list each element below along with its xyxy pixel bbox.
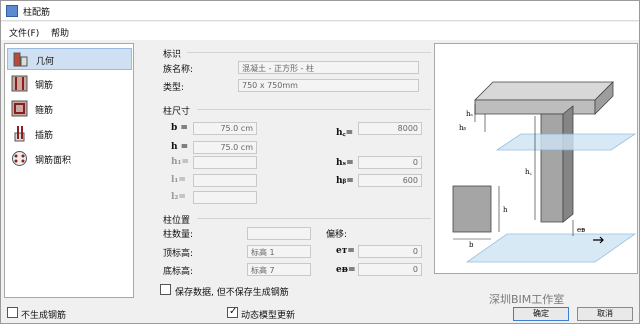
nav-label: 箍筋: [35, 106, 54, 116]
base-level-label: 底标高:: [163, 267, 194, 277]
eT-field[interactable]: 0: [358, 245, 422, 258]
nav-panel: 几何 钢筋 箍筋 插筋 钢筋面积: [4, 43, 134, 298]
position-group-title: 柱位置: [163, 216, 191, 226]
nav-item-dowel[interactable]: 插筋: [7, 123, 132, 145]
nav-label: 几何: [36, 57, 55, 67]
type-field[interactable]: 750 x 750mm: [238, 79, 419, 92]
b-field[interactable]: 75.0 cm: [193, 122, 257, 135]
group-divider: [197, 109, 431, 110]
top-level-field[interactable]: 标高 1: [247, 245, 311, 258]
geometry-icon: [13, 52, 28, 67]
dynamic-update-label: 动态模型更新: [241, 311, 296, 321]
nav-item-stirrup[interactable]: 箍筋: [7, 98, 132, 120]
diagram-hs-label: hₛ: [466, 110, 474, 118]
column-count-label: 柱数量:: [163, 230, 194, 240]
save-only-checkbox[interactable]: [160, 284, 171, 295]
dowel-icon: [14, 126, 25, 142]
top-level-label: 顶标高:: [163, 249, 194, 259]
group-divider: [187, 52, 431, 53]
no-rebar-label: 不生成钢筋: [21, 311, 67, 321]
hc-label: h꜀=: [336, 128, 354, 138]
app-icon: [6, 5, 18, 17]
type-label: 类型:: [163, 83, 185, 93]
nav-label: 插筋: [35, 131, 54, 141]
family-name-label: 族名称:: [163, 65, 194, 75]
menu-bar: 文件(F) 帮助: [1, 22, 639, 40]
menu-help[interactable]: 帮助: [51, 26, 69, 39]
rebar-area-icon: [12, 151, 27, 166]
h-field[interactable]: 75.0 cm: [193, 141, 257, 154]
window-title: 柱配筋: [23, 8, 51, 18]
nav-label: 钢筋面积: [35, 156, 72, 166]
hs-field[interactable]: 0: [358, 156, 422, 169]
identity-group-title: 标识: [163, 50, 182, 60]
eT-label: eᴛ=: [336, 246, 355, 256]
hs-label: hₛ=: [336, 158, 354, 168]
eB-field[interactable]: 0: [358, 263, 422, 276]
family-name-field[interactable]: 混凝土 - 正方形 - 柱: [238, 61, 419, 74]
diagram-h-label: h: [503, 206, 508, 214]
hb-label: hᵦ=: [336, 176, 354, 186]
b-label: b =: [171, 123, 188, 133]
column-diagram: hₛ hᵦ h꜀ b h eᴃ: [452, 81, 637, 263]
no-rebar-checkbox[interactable]: [7, 307, 18, 318]
dynamic-update-checkbox[interactable]: [227, 306, 238, 318]
menu-file[interactable]: 文件(F): [9, 26, 39, 39]
h1-label: h₁=: [171, 157, 190, 167]
hb-field[interactable]: 600: [358, 174, 422, 187]
stirrup-icon: [11, 100, 28, 117]
hc-field[interactable]: 8000: [358, 122, 422, 135]
nav-label: 钢筋: [35, 81, 54, 91]
h-label: h =: [171, 142, 189, 152]
group-divider: [197, 218, 431, 219]
eB-label: eᴃ=: [336, 265, 356, 275]
dialog-window: 柱配筋 文件(F) 帮助 几何 钢筋 箍筋 插筋 钢筋面积 标识 族名称: 混凝…: [0, 0, 640, 324]
nav-item-geometry[interactable]: 几何: [7, 48, 132, 70]
save-only-label: 保存数据, 但不保存生成钢筋: [175, 288, 289, 298]
nav-item-rebar-area[interactable]: 钢筋面积: [7, 148, 132, 170]
dims-group-title: 柱尺寸: [163, 107, 191, 117]
preview-panel: hₛ hᵦ h꜀ b h eᴃ: [434, 43, 638, 274]
h1-field[interactable]: [193, 156, 257, 169]
offset-label: 偏移:: [326, 230, 348, 240]
base-level-field[interactable]: 标高 7: [247, 263, 311, 276]
cancel-button[interactable]: 取消: [577, 307, 633, 321]
l2-label: l₂=: [171, 192, 186, 202]
diagram-b-label: b: [469, 241, 474, 249]
column-count-field[interactable]: [247, 227, 311, 240]
diagram-hb-label: hᵦ: [459, 124, 467, 132]
l1-field[interactable]: [193, 174, 257, 187]
l1-label: l₁=: [171, 175, 186, 185]
l2-field[interactable]: [193, 191, 257, 204]
diagram-eB-label: eᴃ: [577, 226, 585, 234]
title-bar: 柱配筋: [1, 1, 639, 21]
watermark: 深圳BIM工作室: [489, 293, 565, 306]
rebar-icon: [11, 75, 28, 92]
nav-item-rebar[interactable]: 钢筋: [7, 73, 132, 95]
diagram-hc-label: h꜀: [525, 168, 533, 176]
ok-button[interactable]: 确定: [513, 307, 569, 321]
